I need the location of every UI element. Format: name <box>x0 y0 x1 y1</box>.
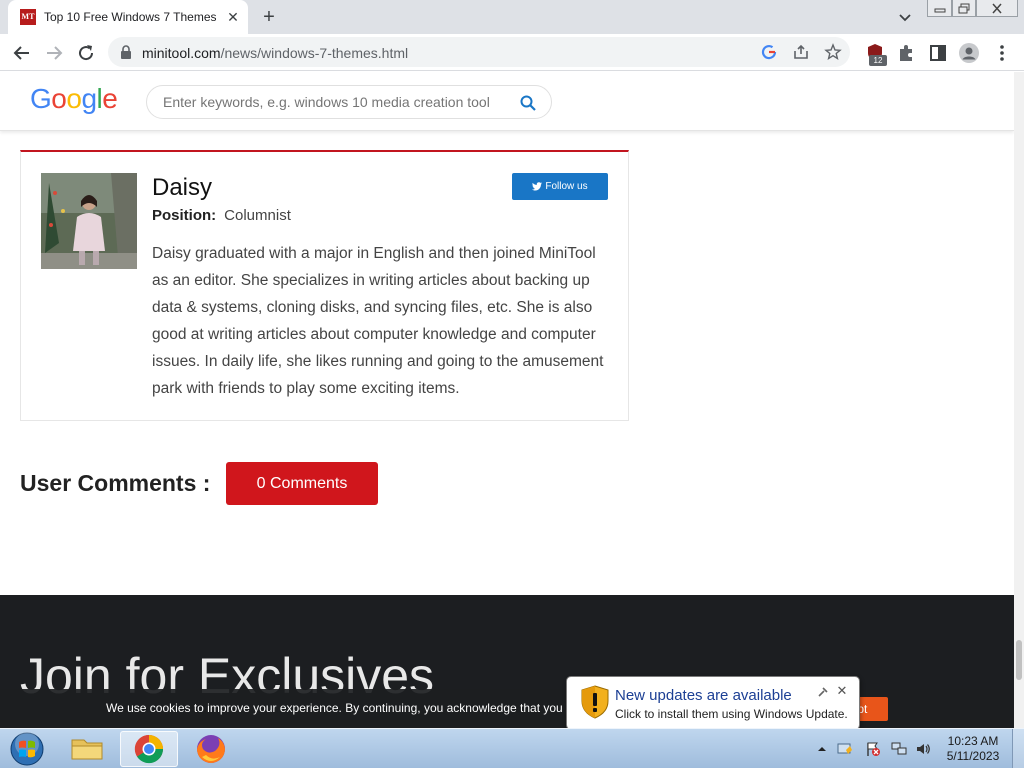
google-logo[interactable]: Google <box>30 83 118 115</box>
site-header: Google <box>0 72 1014 131</box>
scrollbar-thumb[interactable] <box>1016 640 1022 680</box>
address-bar[interactable]: minitool.com/news/windows-7-themes.html <box>108 37 850 67</box>
author-position: Position: Columnist <box>152 207 291 224</box>
follow-us-label: Follow us <box>545 181 588 192</box>
follow-us-button[interactable]: Follow us <box>512 173 608 200</box>
lock-icon[interactable] <box>120 45 132 59</box>
url-path: /news/windows-7-themes.html <box>220 45 409 61</box>
chrome-icon <box>134 734 163 764</box>
profile-avatar-icon[interactable] <box>958 42 980 64</box>
taskbar-explorer-button[interactable] <box>58 731 116 767</box>
show-desktop-button[interactable] <box>1012 729 1024 768</box>
notification-title: New updates are available <box>615 687 792 704</box>
url-text[interactable]: minitool.com/news/windows-7-themes.html <box>142 45 408 61</box>
taskbar-clock[interactable]: 10:23 AM 5/11/2023 <box>940 734 1006 764</box>
author-card: Daisy Follow us Position: Columnist Daisy… <box>20 150 629 421</box>
tab-close-icon[interactable]: ✕ <box>224 8 242 26</box>
google-lens-icon[interactable] <box>760 43 778 61</box>
author-name: Daisy <box>152 174 213 201</box>
close-window-button[interactable] <box>976 0 1018 17</box>
show-hidden-icons-arrow-icon[interactable] <box>814 741 830 757</box>
side-panel-icon[interactable] <box>927 42 949 64</box>
page-viewport: Google Enter keywords, e.g. windows 10 m… <box>0 72 1024 728</box>
author-avatar <box>41 173 137 269</box>
windows-update-notification[interactable]: New updates are available Click to insta… <box>566 676 860 730</box>
firefox-icon <box>197 735 225 763</box>
start-orb-icon[interactable] <box>8 731 46 767</box>
restore-window-button[interactable] <box>952 0 976 17</box>
notification-close-icon[interactable]: ✕ <box>836 684 848 698</box>
more-menu-icon[interactable] <box>991 42 1013 64</box>
user-comments-heading: User Comments : <box>20 470 211 496</box>
notification-options-icon[interactable] <box>817 686 829 698</box>
site-search-box[interactable] <box>146 85 552 119</box>
extension-badge: 12 <box>869 55 887 66</box>
browser-tab-bar: MT Top 10 Free Windows 7 Themes f ✕ + <box>0 0 1024 34</box>
action-center-flag-icon[interactable] <box>865 741 881 757</box>
author-bio: Daisy graduated with a major in English … <box>152 245 604 397</box>
new-tab-icon[interactable]: + <box>258 6 280 28</box>
url-domain: minitool.com <box>142 45 221 61</box>
twitter-bird-icon <box>532 182 543 191</box>
reload-icon[interactable] <box>74 41 98 65</box>
clock-date: 5/11/2023 <box>946 749 1000 763</box>
windows-taskbar: 10:23 AM 5/11/2023 <box>0 728 1024 768</box>
forward-arrow-icon[interactable] <box>42 41 66 65</box>
folder-icon <box>71 739 103 760</box>
clock-time: 10:23 AM <box>947 734 999 748</box>
position-label: Position: <box>152 207 217 224</box>
logo-letter: o <box>51 83 67 114</box>
bookmark-star-icon[interactable] <box>824 43 842 61</box>
tab-title: Top 10 Free Windows 7 Themes f <box>44 10 216 24</box>
logo-letter: G <box>30 83 52 114</box>
taskbar-chrome-button[interactable] <box>120 731 178 767</box>
notification-text: Click to install them using Windows Upda… <box>615 707 848 721</box>
windows-update-tray-icon[interactable] <box>837 741 853 757</box>
taskbar-firefox-button[interactable] <box>182 731 240 767</box>
logo-letter: e <box>102 83 118 114</box>
comments-count-button[interactable]: 0 Comments <box>226 462 378 505</box>
search-icon[interactable] <box>519 94 537 112</box>
minitool-favicon-icon: MT <box>20 9 36 25</box>
cookie-consent-bar: We use cookies to improve your experienc… <box>0 689 1014 728</box>
tab-search-chevron-down-icon[interactable] <box>896 8 914 26</box>
logo-letter: o <box>66 83 82 114</box>
back-arrow-icon[interactable] <box>10 41 34 65</box>
browser-tab[interactable]: MT Top 10 Free Windows 7 Themes f ✕ <box>8 0 248 34</box>
volume-speaker-icon[interactable] <box>915 741 931 757</box>
search-input[interactable] <box>163 94 503 110</box>
position-value: Columnist <box>224 207 291 224</box>
warning-shield-icon <box>581 685 609 719</box>
screen: MT Top 10 Free Windows 7 Themes f ✕ + mi… <box>0 0 1024 768</box>
extensions-puzzle-icon[interactable] <box>895 42 917 64</box>
network-icon[interactable] <box>891 741 907 757</box>
minimize-window-button[interactable] <box>927 0 952 17</box>
page-scrollbar[interactable] <box>1014 72 1024 728</box>
logo-letter: g <box>81 83 97 114</box>
share-icon[interactable] <box>792 43 810 61</box>
cookie-notice-text: We use cookies to improve your experienc… <box>106 701 566 715</box>
